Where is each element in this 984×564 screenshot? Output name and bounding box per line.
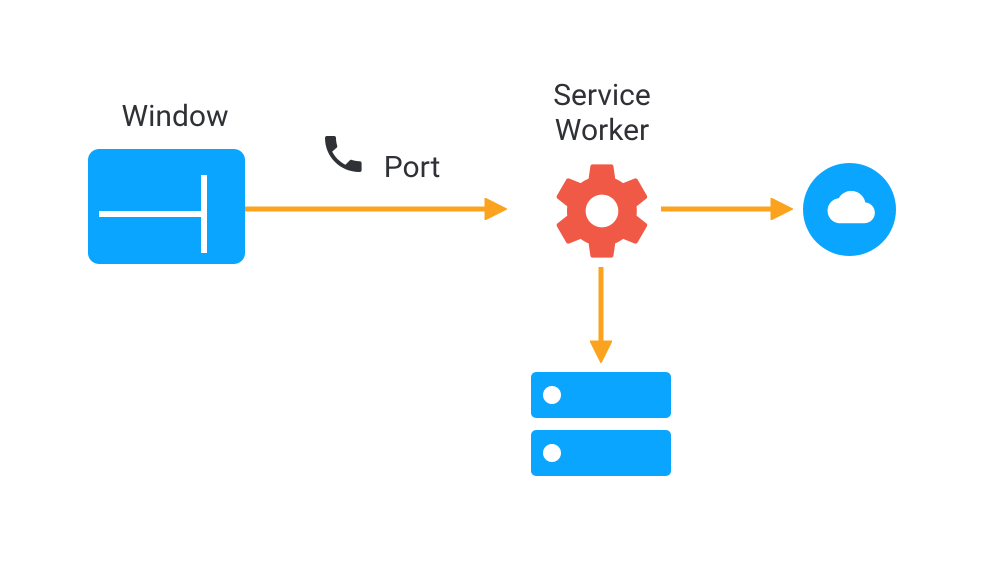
service-worker-label-l1: Service (553, 78, 651, 113)
cloud-icon (803, 163, 896, 256)
storage-icon (531, 372, 671, 476)
phone-icon (319, 130, 367, 178)
service-worker-label: Service Worker (542, 79, 662, 148)
arrow-sw-to-cloud (661, 198, 793, 220)
window-label: Window (105, 100, 245, 135)
service-worker-label-l2: Worker (555, 113, 649, 148)
port-label: Port (377, 151, 447, 186)
arrow-window-to-sw (245, 198, 507, 220)
window-icon (88, 149, 245, 264)
gear-icon (546, 155, 658, 267)
arrow-sw-to-storage (590, 267, 612, 363)
